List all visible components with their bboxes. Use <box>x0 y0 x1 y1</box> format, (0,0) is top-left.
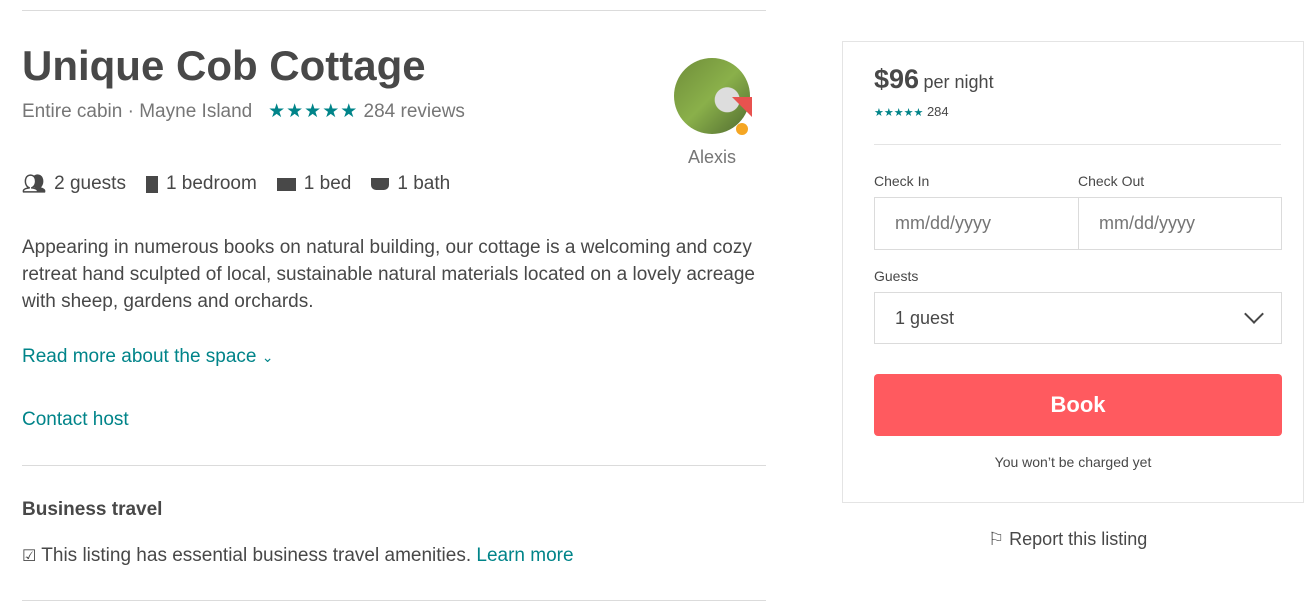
amenity-label: 1 bed <box>303 173 352 194</box>
price: $96 per night <box>874 64 994 95</box>
amenity-bed: 1 bed <box>276 172 352 196</box>
check-in-input[interactable]: mm/dd/yyyy <box>874 197 1079 250</box>
check-out-label: Check Out <box>1078 173 1145 189</box>
booking-rating: ★★★★★ 284 <box>874 104 949 119</box>
amenity-label: 2 guests <box>54 173 126 194</box>
guests-label: Guests <box>874 268 919 284</box>
check-out-input[interactable]: mm/dd/yyyy <box>1078 197 1282 250</box>
rating-stars: ★★★★★ <box>268 101 359 122</box>
amenity-bedroom: 1 bedroom <box>145 172 257 196</box>
price-unit: per night <box>923 72 994 92</box>
divider <box>874 144 1281 145</box>
divider <box>22 465 766 466</box>
report-listing-link[interactable]: ⚐ Report this listing <box>988 529 1147 550</box>
business-travel-text: ☑ This listing has essential business tr… <box>22 545 574 567</box>
review-count: 284 <box>926 104 949 119</box>
chevron-down-icon: ⌄ <box>261 349 274 365</box>
chevron-down-icon <box>1244 304 1264 324</box>
host-name: Alexis <box>688 147 737 167</box>
listing-type: Entire cabin <box>22 101 123 122</box>
price-value: $96 <box>874 64 920 94</box>
guests-value: 1 guest <box>895 307 955 328</box>
bathtub-icon <box>371 178 390 190</box>
amenity-label: 1 bedroom <box>165 173 257 194</box>
reviews-link[interactable]: 284 reviews <box>364 101 465 122</box>
briefcase-check-icon: ☑ <box>22 548 37 565</box>
divider <box>22 600 766 601</box>
description: Appearing in numerous books on natural b… <box>22 237 755 312</box>
badge-dot-icon <box>736 123 748 135</box>
amenity-bath: 1 bath <box>371 172 450 196</box>
business-text: This listing has essential business trav… <box>41 545 472 566</box>
contact-host-link[interactable]: Contact host <box>22 409 129 431</box>
amenity-guests: 👥︎ 2 guests <box>22 172 126 196</box>
read-more-label: Read more about the space <box>22 346 257 367</box>
flag-icon: ⚐ <box>988 529 1005 549</box>
business-travel-heading: Business travel <box>22 499 163 520</box>
not-charged-note: You won’t be charged yet <box>994 454 1152 470</box>
listing-location: Mayne Island <box>139 101 253 122</box>
divider <box>22 10 766 11</box>
learn-more-link[interactable]: Learn more <box>476 545 573 566</box>
amenity-label: 1 bath <box>397 173 451 194</box>
rating-stars: ★★★★★ <box>874 107 924 119</box>
check-in-label: Check In <box>874 173 930 189</box>
guests-icon: 👥︎ <box>22 174 47 195</box>
book-button[interactable]: Book <box>874 374 1282 436</box>
listing-subtitle: Entire cabin · Mayne Island ★★★★★ 284 re… <box>22 101 465 122</box>
door-icon <box>145 175 158 193</box>
read-more-link[interactable]: Read more about the space ⌄ <box>22 346 274 368</box>
report-label: Report this listing <box>1009 529 1148 549</box>
amenities-row: 👥︎ 2 guests 1 bedroom 1 bed 1 bath <box>22 172 450 196</box>
guests-select[interactable]: 1 guest <box>874 292 1282 344</box>
page-title: Unique Cob Cottage <box>22 42 426 89</box>
bed-icon <box>276 177 296 191</box>
booking-panel: $96 per night ★★★★★ 284 Check In Check O… <box>842 41 1304 503</box>
